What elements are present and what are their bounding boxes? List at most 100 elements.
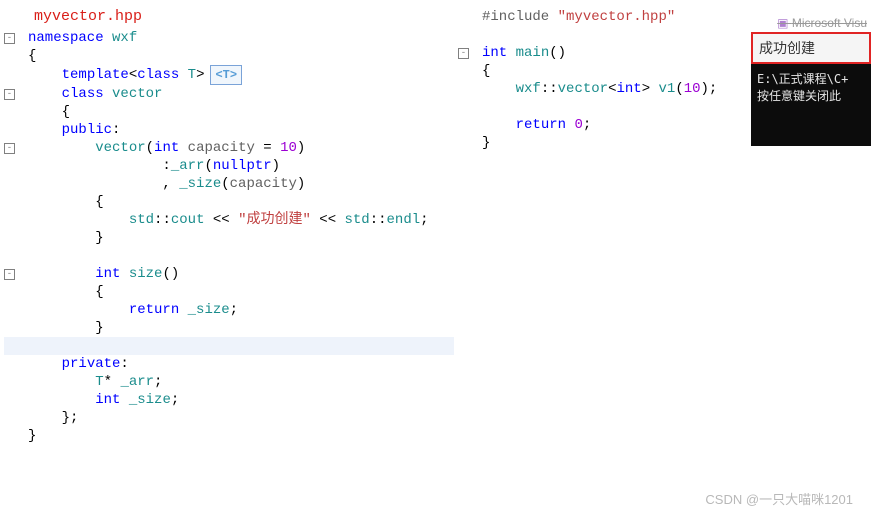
code-line[interactable]: { — [4, 193, 454, 211]
code-line[interactable]: public: — [4, 121, 454, 139]
code-line[interactable]: - int size() — [4, 265, 454, 283]
code-token: () — [549, 45, 566, 61]
right-code-block[interactable]: #include "myvector.hpp" -int main() { wx… — [458, 8, 758, 152]
code-line[interactable]: }; — [4, 409, 454, 427]
code-line[interactable]: template<class T><T> — [4, 65, 454, 85]
code-token: , — [162, 176, 179, 192]
watermark-label: CSDN @一只大喵咪1201 — [705, 489, 853, 508]
code-token: nullptr — [213, 158, 272, 174]
code-token: { — [28, 48, 36, 64]
code-token: cout — [171, 212, 205, 228]
fold-toggle-icon[interactable]: - — [4, 269, 15, 280]
code-token — [507, 45, 515, 61]
fold-gutter[interactable]: - — [4, 29, 28, 47]
code-token: : — [162, 158, 170, 174]
code-token: () — [162, 266, 179, 282]
code-line[interactable]: - vector(int capacity = 10) — [4, 139, 454, 157]
code-token: int — [616, 81, 641, 97]
code-token: return — [516, 117, 566, 133]
code-token: ; — [171, 392, 179, 408]
code-line[interactable]: private: — [4, 355, 454, 373]
fold-gutter — [458, 98, 482, 116]
right-code-pane[interactable]: #include "myvector.hpp" -int main() { wx… — [458, 0, 758, 445]
code-token: * — [104, 374, 121, 390]
code-token: = — [255, 140, 280, 156]
code-line[interactable] — [4, 337, 454, 355]
fold-gutter — [4, 66, 28, 84]
code-line[interactable]: wxf::vector<int> v1(10); — [458, 80, 758, 98]
code-token: { — [62, 104, 70, 120]
code-token: private — [62, 356, 121, 372]
code-token: : — [112, 122, 120, 138]
fold-gutter — [458, 134, 482, 152]
code-token: class — [137, 67, 179, 83]
code-line[interactable]: #include "myvector.hpp" — [458, 8, 758, 26]
code-line[interactable]: { — [4, 283, 454, 301]
code-token: T — [188, 67, 196, 83]
code-token: :: — [370, 212, 387, 228]
code-token: ; — [154, 374, 162, 390]
code-line[interactable]: return _size; — [4, 301, 454, 319]
code-line[interactable]: { — [4, 103, 454, 121]
fold-gutter[interactable]: - — [4, 139, 28, 157]
fold-gutter[interactable]: - — [458, 44, 482, 62]
code-line[interactable]: { — [458, 62, 758, 80]
left-code-pane[interactable]: myvector.hpp -namespace wxf { template<c… — [0, 0, 458, 445]
code-token: 0 — [574, 117, 582, 133]
code-token: } — [95, 320, 103, 336]
code-line[interactable]: :_arr(nullptr) — [4, 157, 454, 175]
code-line[interactable]: -int main() — [458, 44, 758, 62]
code-token: 10 — [684, 81, 701, 97]
code-line[interactable]: T* _arr; — [4, 373, 454, 391]
code-line[interactable]: std::cout << "成功创建" << std::endl; — [4, 211, 454, 229]
code-line[interactable] — [458, 26, 758, 44]
fold-gutter[interactable]: - — [4, 85, 28, 103]
code-line[interactable]: } — [4, 319, 454, 337]
code-line[interactable]: -namespace wxf — [4, 29, 454, 47]
code-line[interactable]: , _size(capacity) — [4, 175, 454, 193]
code-token: int — [95, 392, 120, 408]
fold-gutter — [4, 157, 28, 175]
fold-gutter[interactable]: - — [4, 265, 28, 283]
code-token: "成功创建" — [238, 212, 311, 228]
code-line[interactable]: } — [4, 229, 454, 247]
code-line[interactable] — [4, 247, 454, 265]
code-token: { — [95, 284, 103, 300]
fold-gutter — [4, 247, 28, 265]
fold-gutter — [458, 80, 482, 98]
code-token — [179, 67, 187, 83]
code-token: vector — [95, 140, 145, 156]
code-token: capacity — [188, 140, 255, 156]
code-line[interactable]: int _size; — [4, 391, 454, 409]
code-line[interactable]: return 0; — [458, 116, 758, 134]
code-token: _size — [129, 392, 171, 408]
code-token — [179, 302, 187, 318]
code-token: ; — [230, 302, 238, 318]
code-token: size — [129, 266, 163, 282]
code-line[interactable]: } — [4, 427, 454, 445]
code-token — [104, 86, 112, 102]
code-line[interactable]: - class vector — [4, 85, 454, 103]
fold-toggle-icon[interactable]: - — [4, 33, 15, 44]
code-token: public — [62, 122, 112, 138]
code-token: ( — [146, 140, 154, 156]
console-titlebar: ▣ Microsoft Visu — [751, 14, 871, 32]
code-token: : — [120, 356, 128, 372]
left-code-block[interactable]: -namespace wxf { template<class T><T>- c… — [4, 29, 454, 445]
fold-gutter — [458, 26, 482, 44]
code-token: ; — [583, 117, 591, 133]
code-line[interactable] — [458, 98, 758, 116]
fold-gutter — [4, 427, 28, 445]
code-line[interactable]: { — [4, 47, 454, 65]
fold-gutter — [458, 62, 482, 80]
fold-gutter — [4, 103, 28, 121]
fold-toggle-icon[interactable]: - — [458, 48, 469, 59]
fold-toggle-icon[interactable]: - — [4, 143, 15, 154]
code-token: template — [62, 67, 129, 83]
code-line[interactable]: } — [458, 134, 758, 152]
code-token: { — [95, 194, 103, 210]
fold-toggle-icon[interactable]: - — [4, 89, 15, 100]
console-output-body: E:\正式课程\C+按任意键关闭此 — [751, 64, 871, 146]
fold-gutter — [4, 409, 28, 427]
code-token: capacity — [230, 176, 297, 192]
